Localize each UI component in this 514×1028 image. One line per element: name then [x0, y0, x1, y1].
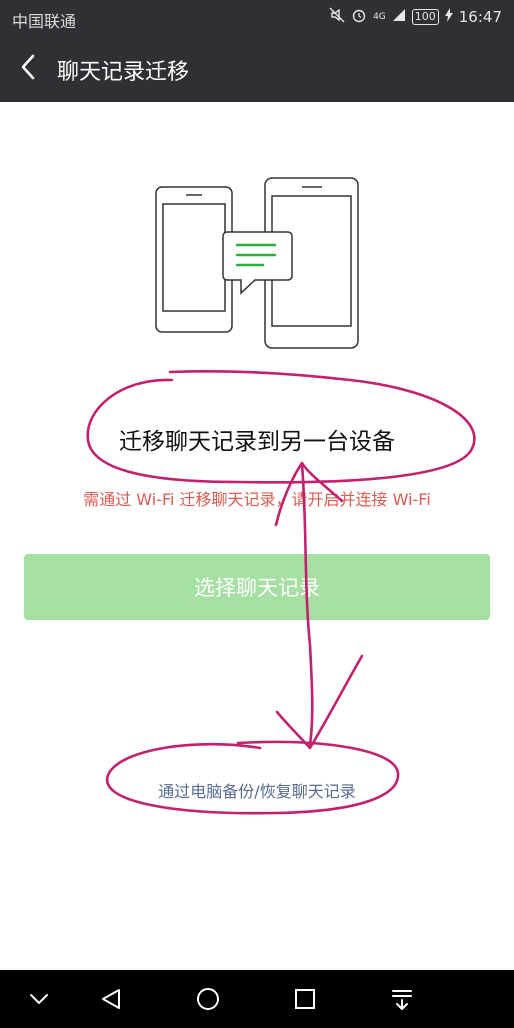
annotation-arrowhead-bottom: [275, 654, 364, 750]
wifi-hint: 需通过 Wi-Fi 迁移聊天记录，请开启并连接 Wi-Fi: [83, 490, 431, 509]
headline: 迁移聊天记录到另一台设备: [119, 429, 395, 455]
recents-nav-icon[interactable]: [294, 988, 316, 1010]
hide-nav-icon[interactable]: [28, 989, 50, 1009]
back-nav-icon[interactable]: [99, 987, 123, 1011]
select-chat-history-button[interactable]: 选择聊天记录: [24, 554, 490, 620]
phones-transfer-icon: [155, 177, 359, 349]
home-nav-icon[interactable]: [196, 987, 220, 1011]
pc-backup-link[interactable]: 通过电脑备份/恢复聊天记录: [0, 778, 514, 802]
notification-pull-icon[interactable]: [390, 987, 414, 1011]
nav-bar: [0, 970, 514, 1028]
